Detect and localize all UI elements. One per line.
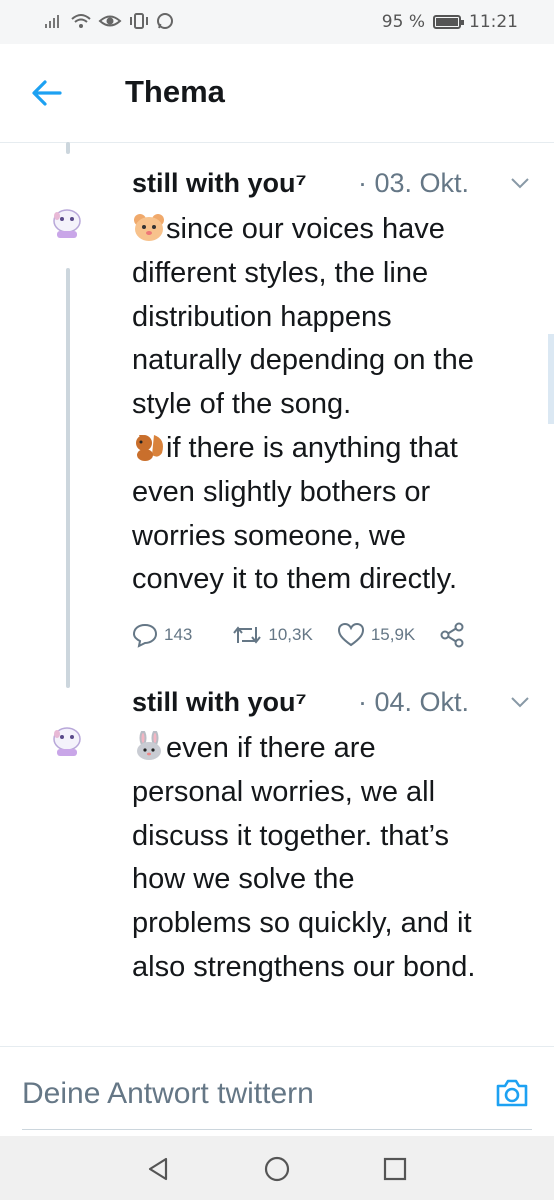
tweet-text: since our voices have different styles, … — [132, 208, 527, 602]
thread-line — [66, 142, 70, 154]
scroll-indicator — [548, 334, 554, 424]
page-title: Thema — [125, 74, 225, 109]
avatar[interactable] — [48, 722, 86, 760]
tweet-line: since our voices have — [166, 213, 445, 245]
whatsapp-icon — [157, 13, 173, 29]
reply-input[interactable]: Deine Antwort twittern — [22, 1077, 314, 1111]
tweet-header: still with you⁷ · 03. Okt. — [132, 168, 530, 208]
thread-line — [66, 268, 70, 688]
tweet-line: distribution happens — [132, 300, 392, 333]
reply-input-underline — [22, 1129, 532, 1130]
squirrel-emoji-icon — [136, 434, 163, 461]
clock: 11:21 — [469, 12, 518, 32]
retweet-icon — [233, 626, 262, 644]
back-nav-icon[interactable] — [144, 1154, 174, 1184]
tweet-date[interactable]: · 03. Okt. — [358, 168, 469, 199]
reply-button[interactable]: 143 — [132, 622, 192, 648]
tweet-line: convey it to them directly. — [132, 563, 458, 596]
share-icon — [440, 622, 464, 648]
tweet[interactable]: still with you⁷ · 04. Okt. even if there… — [132, 687, 530, 990]
tweet-line: how we solve the — [132, 863, 355, 896]
tweet-line: style of the song. — [132, 388, 352, 421]
status-icons-right: 95 % 11:21 — [382, 12, 518, 32]
like-count: 15,9K — [370, 625, 416, 644]
like-button[interactable]: 15,9K — [337, 622, 415, 648]
signal-icon — [45, 15, 59, 28]
vibrate-icon — [130, 13, 148, 29]
eye-icon — [98, 15, 122, 27]
rabbit-emoji-icon — [137, 731, 161, 760]
app-header: Thema — [0, 44, 554, 143]
tweet-header: still with you⁷ · 04. Okt. — [132, 687, 530, 727]
tweet-line: problems so quickly, and it — [132, 907, 472, 940]
battery-percent: 95 % — [381, 12, 425, 32]
back-arrow-icon[interactable] — [30, 76, 64, 110]
tweet-line: naturally depending on the — [132, 344, 474, 377]
system-nav-bar — [0, 1136, 554, 1200]
avatar[interactable] — [48, 204, 86, 242]
tweet-line: different styles, the line — [132, 256, 429, 289]
chevron-down-icon[interactable] — [510, 695, 530, 709]
tweet-actions: 143 10,3K 15,9K — [132, 622, 465, 648]
hamster-emoji-icon — [134, 214, 164, 241]
reply-count: 143 — [164, 625, 193, 644]
tweet-line: even slightly bothers or — [132, 475, 431, 508]
tweet-line: if there is anything that — [166, 431, 458, 464]
tweet-text: even if there are personal worries, we a… — [132, 727, 527, 990]
recents-nav-icon[interactable] — [380, 1154, 410, 1184]
share-button[interactable] — [439, 622, 465, 648]
tweet-date[interactable]: · 04. Okt. — [358, 687, 469, 718]
camera-icon[interactable] — [494, 1075, 530, 1111]
reply-icon — [132, 623, 158, 648]
tweet-line: discuss it together. that’s — [132, 819, 450, 852]
tweet-author[interactable]: still with you⁷ — [132, 168, 307, 199]
tweet-line: personal worries, we all — [132, 775, 436, 808]
battery-icon — [433, 15, 464, 29]
retweet-count: 10,3K — [268, 625, 313, 644]
retweet-button[interactable]: 10,3K — [232, 623, 313, 647]
wifi-icon — [71, 14, 91, 28]
tweet-line: also strengthens our bond. — [132, 950, 476, 983]
reply-bar: Deine Antwort twittern — [0, 1046, 554, 1137]
status-bar: 95 % 11:21 — [0, 0, 554, 44]
home-nav-icon[interactable] — [262, 1154, 292, 1184]
chevron-down-icon[interactable] — [510, 176, 530, 190]
tweet-line: even if there are — [166, 732, 376, 764]
tweet-line: worries someone, we — [132, 519, 406, 552]
heart-icon — [337, 622, 364, 647]
tweet[interactable]: still with you⁷ · 03. Okt. since our voi… — [132, 168, 530, 602]
tweet-author[interactable]: still with you⁷ — [132, 687, 307, 718]
status-icons-left — [44, 12, 174, 30]
